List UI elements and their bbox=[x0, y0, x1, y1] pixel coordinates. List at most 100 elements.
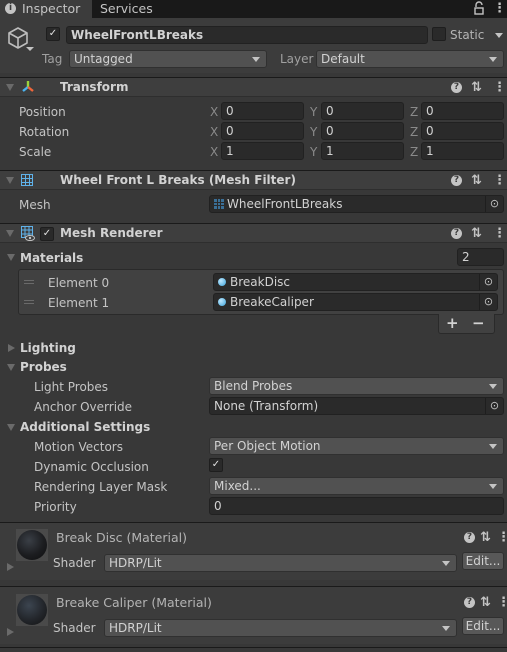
edit-shader-button[interactable]: Edit... bbox=[462, 552, 504, 570]
motion-vectors-dropdown[interactable]: Per Object Motion bbox=[209, 437, 504, 455]
foldout-arrow-icon[interactable] bbox=[6, 177, 14, 184]
scale-x-field[interactable]: 1 bbox=[221, 142, 304, 160]
element-1-label: Element 1 bbox=[48, 296, 110, 310]
add-element-button[interactable]: + bbox=[446, 315, 459, 331]
axis-x-label[interactable]: X bbox=[210, 144, 218, 160]
additional-settings-foldout-icon[interactable] bbox=[7, 424, 15, 431]
scale-y-field[interactable]: 1 bbox=[321, 142, 404, 160]
object-name-field[interactable]: WheelFrontLBreaks bbox=[66, 26, 428, 44]
drag-handle-icon[interactable] bbox=[24, 300, 34, 304]
icon-dropdown-caret[interactable] bbox=[26, 47, 34, 51]
help-icon[interactable]: ? bbox=[451, 82, 462, 93]
shader-dropdown[interactable]: HDRP/Lit bbox=[104, 619, 457, 637]
transform-icon bbox=[21, 80, 35, 97]
material-preview-thumbnail bbox=[16, 594, 48, 626]
mesh-renderer-header[interactable]: ✓ Mesh Renderer ? ⇅ ⋮ bbox=[0, 223, 507, 243]
component-menu-icon[interactable]: ⋮ bbox=[493, 227, 506, 240]
axis-x-label[interactable]: X bbox=[210, 124, 218, 140]
position-label: Position bbox=[19, 105, 66, 119]
probes-foldout-icon[interactable] bbox=[7, 364, 15, 371]
material-foldout-icon[interactable] bbox=[7, 563, 14, 571]
transform-header[interactable]: Transform ? ⇅ ⋮ bbox=[0, 77, 507, 97]
layer-label: Layer bbox=[280, 52, 314, 66]
motion-vectors-value: Per Object Motion bbox=[214, 439, 321, 453]
presets-icon[interactable]: ⇅ bbox=[471, 81, 482, 94]
presets-icon[interactable]: ⇅ bbox=[471, 227, 482, 240]
axis-x-label[interactable]: X bbox=[210, 104, 218, 120]
rotation-label: Rotation bbox=[19, 125, 70, 139]
axis-z-label[interactable]: Z bbox=[410, 104, 418, 120]
foldout-arrow-icon[interactable] bbox=[6, 84, 14, 91]
position-x-field[interactable]: 0 bbox=[221, 102, 304, 120]
element-1-object-field[interactable]: BreakeCaliper ⊙ bbox=[213, 293, 498, 311]
material-preview-thumbnail bbox=[16, 529, 48, 561]
help-icon[interactable]: ? bbox=[464, 532, 475, 543]
help-icon[interactable]: ? bbox=[464, 597, 475, 608]
element-0-object-field[interactable]: BreakDisc ⊙ bbox=[213, 273, 498, 291]
materials-label[interactable]: Materials bbox=[20, 250, 83, 266]
presets-icon[interactable]: ⇅ bbox=[480, 531, 491, 544]
position-y-field[interactable]: 0 bbox=[321, 102, 404, 120]
materials-count-field[interactable]: 2 bbox=[457, 248, 504, 266]
priority-field[interactable]: 0 bbox=[209, 497, 504, 515]
tab-inspector[interactable]: i Inspector bbox=[0, 0, 92, 18]
position-z-field[interactable]: 0 bbox=[421, 102, 504, 120]
mesh-filter-icon bbox=[21, 174, 33, 186]
anchor-override-field[interactable]: None (Transform) ⊙ bbox=[209, 397, 504, 415]
tab-services[interactable]: Services bbox=[100, 0, 153, 18]
axis-y-label[interactable]: Y bbox=[310, 124, 317, 140]
component-menu-icon[interactable]: ⋮ bbox=[497, 596, 507, 609]
axis-z-label[interactable]: Z bbox=[410, 144, 418, 160]
component-menu-icon[interactable]: ⋮ bbox=[493, 81, 506, 94]
shader-dropdown[interactable]: HDRP/Lit bbox=[104, 554, 457, 572]
material-icon bbox=[218, 277, 226, 286]
axis-y-label[interactable]: Y bbox=[310, 144, 317, 160]
axis-y-label[interactable]: Y bbox=[310, 104, 317, 120]
additional-settings-label[interactable]: Additional Settings bbox=[20, 419, 150, 435]
edit-shader-button[interactable]: Edit... bbox=[462, 617, 504, 635]
motion-vectors-label: Motion Vectors bbox=[34, 440, 123, 454]
probes-label[interactable]: Probes bbox=[20, 359, 67, 375]
mesh-filter-header[interactable]: Wheel Front L Breaks (Mesh Filter) ? ⇅ ⋮ bbox=[0, 170, 507, 190]
tab-menu-icon[interactable]: ⋮ bbox=[493, 2, 506, 15]
component-menu-icon[interactable]: ⋮ bbox=[497, 531, 507, 544]
object-picker-icon[interactable]: ⊙ bbox=[485, 398, 503, 414]
dynamic-occlusion-checkbox[interactable]: ✓ bbox=[209, 458, 223, 472]
object-picker-icon[interactable]: ⊙ bbox=[485, 196, 503, 212]
mesh-label: Mesh bbox=[19, 198, 51, 212]
lighting-foldout-icon[interactable] bbox=[8, 344, 15, 352]
drag-handle-icon[interactable] bbox=[24, 280, 34, 284]
material-title: Break Disc (Material) bbox=[56, 530, 187, 545]
static-checkbox[interactable] bbox=[432, 27, 446, 41]
light-probes-dropdown[interactable]: Blend Probes bbox=[209, 377, 504, 395]
mesh-filter-title: Wheel Front L Breaks (Mesh Filter) bbox=[60, 173, 296, 187]
lighting-label[interactable]: Lighting bbox=[20, 340, 76, 356]
material-foldout-icon[interactable] bbox=[7, 628, 14, 636]
presets-icon[interactable]: ⇅ bbox=[471, 174, 482, 187]
foldout-arrow-icon[interactable] bbox=[6, 230, 14, 237]
help-icon[interactable]: ? bbox=[451, 228, 462, 239]
mesh-object-field[interactable]: WheelFrontLBreaks ⊙ bbox=[209, 195, 504, 213]
materials-foldout-icon[interactable] bbox=[7, 254, 15, 261]
tag-value: Untagged bbox=[74, 52, 133, 66]
object-picker-icon[interactable]: ⊙ bbox=[479, 274, 497, 290]
layer-dropdown[interactable]: Default bbox=[316, 50, 504, 68]
active-checkbox[interactable]: ✓ bbox=[46, 27, 60, 41]
static-dropdown-caret[interactable] bbox=[495, 33, 503, 38]
tab-bar: i Inspector Services ⋮ bbox=[0, 0, 507, 18]
mesh-renderer-enabled-checkbox[interactable]: ✓ bbox=[40, 227, 54, 241]
remove-element-button[interactable]: − bbox=[472, 315, 485, 331]
scale-z-field[interactable]: 1 bbox=[421, 142, 504, 160]
lock-icon[interactable] bbox=[473, 1, 485, 16]
component-menu-icon[interactable]: ⋮ bbox=[493, 174, 506, 187]
presets-icon[interactable]: ⇅ bbox=[480, 596, 491, 609]
rendering-layer-mask-dropdown[interactable]: Mixed... bbox=[209, 477, 504, 495]
tag-dropdown[interactable]: Untagged bbox=[69, 50, 267, 68]
help-icon[interactable]: ? bbox=[451, 175, 462, 186]
rotation-x-field[interactable]: 0 bbox=[221, 122, 304, 140]
element-1-value: BreakeCaliper bbox=[230, 295, 314, 309]
axis-z-label[interactable]: Z bbox=[410, 124, 418, 140]
rotation-z-field[interactable]: 0 bbox=[421, 122, 504, 140]
object-picker-icon[interactable]: ⊙ bbox=[479, 294, 497, 310]
rotation-y-field[interactable]: 0 bbox=[321, 122, 404, 140]
